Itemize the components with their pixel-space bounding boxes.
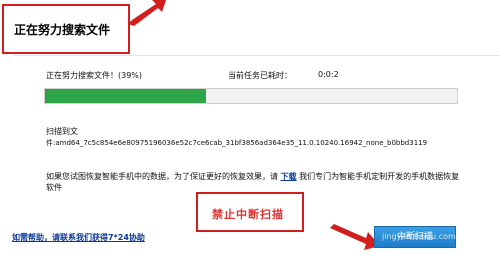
scanned-file-path: 件:amd64_7c5c854e6e80975196036e52c7ce6cab… [46,139,428,147]
progress-bar-fill [45,89,206,103]
annotation-arrow-bottom [330,224,380,250]
stop-scan-callout-box: 禁止中断扫描 [196,192,304,232]
stop-scan-callout-text: 禁止中断扫描 [212,208,284,221]
watermark-url: jingyan.baidu.com [382,232,456,241]
info-text-before: 如果您试图恢复智能手机中的数据，为了保证更好的恢复效果，请 [46,172,278,181]
download-link[interactable]: 下载 [281,172,297,181]
annotation-arrow-top [128,0,166,26]
elapsed-time-value: 0:0:2 [318,70,339,79]
page-title: 正在努力搜索文件 [14,23,111,37]
scan-progress-window: 正在努力搜索文件 正在努力搜索文件！(39%) 当前任务已耗时： 0:0:2 扫… [0,0,500,255]
scanned-file-label: 扫描到文 [46,127,78,136]
watermark-logo: Bai [394,214,412,225]
elapsed-time-label: 当前任务已耗时： [228,71,292,80]
title-callout-box: 正在努力搜索文件 [2,4,130,54]
help-link[interactable]: 如需帮助，请联系我们获得7*24协助 [12,232,145,243]
progress-bar [44,88,458,104]
header-divider [14,55,500,56]
search-status-text: 正在努力搜索文件！(39%) [46,71,143,80]
phone-recovery-info: 如果您试图恢复智能手机中的数据，为了保证更好的恢复效果，请 下载 我们专门为智能… [46,171,466,193]
